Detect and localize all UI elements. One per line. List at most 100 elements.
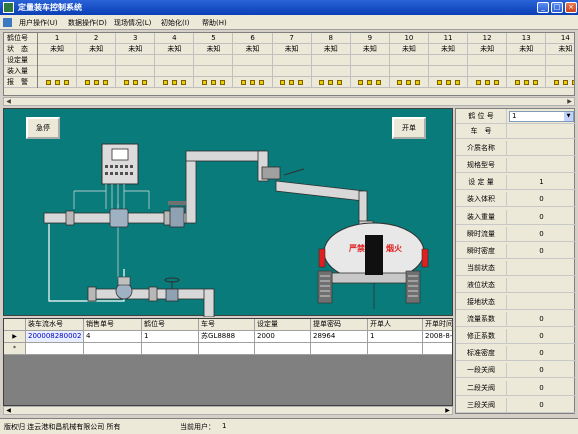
col-header[interactable]: 销售单号 [84, 319, 142, 331]
bay-value [546, 66, 574, 77]
bay-status: 未知 [234, 44, 273, 55]
tank-truck: 严禁 烟火 [317, 220, 429, 309]
col-header[interactable]: 装车流水号 [26, 319, 84, 331]
scroll-left-icon[interactable]: ◀ [4, 407, 13, 414]
prop-row: 瞬时密度 0 [456, 243, 576, 259]
cell-serial[interactable]: 200008280002 [26, 331, 84, 343]
bay-value [312, 55, 351, 66]
col-header[interactable]: 开单时间 [423, 319, 452, 331]
alarm-lamp-icon [454, 79, 460, 85]
col-header[interactable]: 车号 [199, 319, 255, 331]
bay-value [273, 66, 312, 77]
bay-status-grid: 鹤位号 1 2 3 4 5 6 7 8 9 10 11 12 13 14 状 态 未知 未知 未知 未知 未知 未知… [3, 32, 575, 96]
prop-value [507, 124, 576, 139]
bay-alarm-lamps [468, 77, 508, 88]
bay-grid-scrollbar[interactable]: ◀ ▶ [3, 97, 575, 106]
alarm-lamp-icon [337, 79, 343, 85]
menu-help[interactable]: 帮助(H) [202, 18, 227, 28]
bay-status: 未知 [194, 44, 234, 55]
prop-row: 二段关阀 0 [456, 380, 576, 396]
cell-setpoint[interactable]: 2000 [255, 331, 311, 343]
bay-value [234, 55, 273, 66]
bay-alarm-lamps [351, 77, 390, 88]
control-valve [168, 201, 186, 228]
prop-value: 0 [539, 332, 544, 341]
cell-password[interactable]: 28964 [311, 331, 368, 343]
loading-scene: 急停 开单 严禁 烟火 [3, 108, 453, 317]
bay-value [77, 66, 117, 77]
prop-value [507, 278, 576, 293]
col-header[interactable]: 设定量 [255, 319, 311, 331]
bay-status: 未知 [312, 44, 351, 55]
alarm-lamp-icon [493, 79, 499, 85]
bay-properties-panel: 鹤 位 号 1 ▼ 车 号介质名称 规格型号设 定 量 1 装入体积 0 装入重量 0 瞬时流… [455, 108, 576, 414]
bay-number: 4 [155, 33, 195, 44]
table-scrollbar[interactable]: ◀ ▶ [3, 406, 453, 415]
new-row-marker[interactable]: * [4, 343, 26, 355]
bay-number: 7 [273, 33, 312, 44]
cell-plate[interactable]: 苏GL8888 [199, 331, 255, 343]
cell-time[interactable]: 2008-8-28 [423, 331, 452, 343]
bay-number: 1 [38, 33, 78, 44]
bay-value [116, 55, 156, 66]
alarm-lamp-icon [123, 79, 129, 85]
prop-label: 接地状态 [456, 295, 507, 310]
bay-value [38, 66, 78, 77]
prop-value: 0 [539, 246, 544, 255]
menu-data-ops[interactable]: 数据操作(D) [68, 18, 107, 28]
bay-value [77, 55, 117, 66]
prop-row-bay: 鹤 位 号 1 ▼ [456, 109, 576, 124]
prop-value: 0 [539, 383, 544, 392]
alarm-lamp-icon [553, 79, 559, 85]
scroll-left-icon[interactable]: ◀ [4, 98, 13, 105]
col-header[interactable]: 鹤位号 [142, 319, 199, 331]
bay-setpoint-row: 设定量 [4, 55, 574, 66]
col-header[interactable]: 提单密码 [311, 319, 368, 331]
prop-row: 一段关阀 0 [456, 363, 576, 379]
menu-site[interactable]: 现场情况(L) [114, 18, 151, 28]
bay-status: 未知 [429, 44, 469, 55]
row-label: 鹤位号 [4, 33, 38, 44]
prop-row: 设 定 量 1 [456, 175, 576, 191]
alarm-lamp-icon [289, 79, 295, 85]
bay-value [234, 66, 273, 77]
prop-value: 0 [539, 315, 544, 324]
row-label: 报 警 [4, 77, 38, 88]
close-button[interactable]: × [565, 2, 577, 13]
bay-alarm-lamps [194, 77, 234, 88]
cell-sales-no[interactable]: 4 [84, 331, 142, 343]
alarm-lamp-icon [93, 79, 99, 85]
menu-user-ops[interactable]: 用户操作(U) [19, 18, 58, 28]
bay-alarm-lamps [546, 77, 574, 88]
maximize-button[interactable]: □ [551, 2, 563, 13]
row-label: 状 态 [4, 44, 38, 55]
row-marker[interactable]: ▶ [4, 331, 26, 343]
scroll-right-icon[interactable]: ▶ [565, 98, 574, 105]
bay-status: 未知 [546, 44, 574, 55]
cell-bay[interactable]: 1 [142, 331, 199, 343]
bay-select-value: 1 [512, 112, 517, 120]
bay-select[interactable]: 1 ▼ [509, 111, 574, 122]
bay-number-row: 鹤位号 1 2 3 4 5 6 7 8 9 10 11 12 13 14 [4, 33, 574, 44]
prop-value: 0 [539, 349, 544, 358]
cell-operator[interactable]: 1 [368, 331, 423, 343]
scroll-right-icon[interactable]: ▶ [443, 407, 452, 414]
alarm-lamp-icon [436, 79, 442, 85]
minimize-button[interactable]: _ [537, 2, 549, 13]
current-user-label: 当前用户： [180, 423, 215, 431]
bay-alarm-lamps [273, 77, 312, 88]
bay-value [429, 55, 469, 66]
truck-sign-left: 严禁 [348, 243, 365, 253]
chevron-down-icon[interactable]: ▼ [564, 112, 573, 121]
table-new-row[interactable]: * [4, 343, 452, 355]
bay-number: 9 [351, 33, 390, 44]
menu-init[interactable]: 初始化(I) [161, 18, 190, 28]
alarm-lamp-icon [132, 79, 138, 85]
prop-label: 设 定 量 [456, 175, 507, 191]
alarm-lamp-icon [84, 79, 90, 85]
alarm-lamp-icon [259, 79, 265, 85]
alarm-lamp-icon [141, 79, 147, 85]
col-header[interactable]: 开单人 [368, 319, 423, 331]
bay-alarm-lamps [116, 77, 156, 88]
table-row[interactable]: ▶ 200008280002 4 1 苏GL8888 2000 28964 1 … [4, 331, 452, 343]
